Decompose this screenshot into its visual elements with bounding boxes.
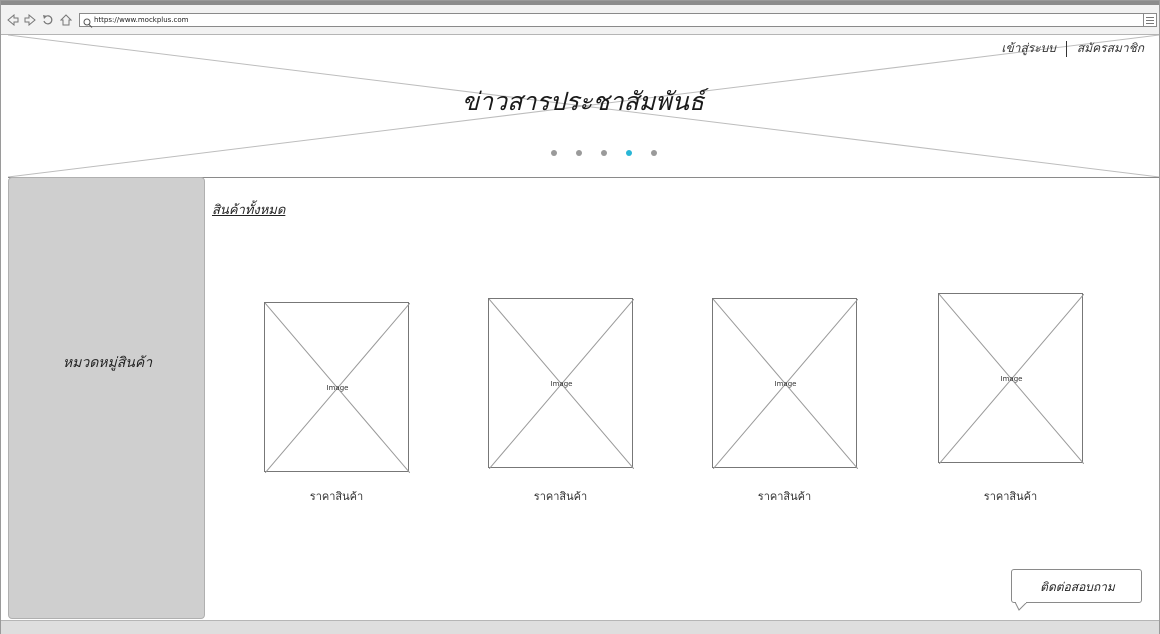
browser-toolbar: https://www.mockplus.com (1, 5, 1159, 35)
carousel-dot-2[interactable] (576, 150, 582, 156)
back-icon[interactable] (7, 13, 19, 27)
image-label: Image (326, 384, 349, 392)
product-price: ราคาสินค้า (757, 490, 812, 503)
image-label: Image (1000, 375, 1023, 383)
register-link[interactable]: สมัครสมาชิก (1077, 39, 1144, 58)
forward-icon[interactable] (24, 13, 36, 27)
product-price: ราคาสินค้า (309, 490, 364, 503)
banner-title: ข่าวสารประชาสัมพันธ์ (461, 87, 705, 116)
carousel-dot-3[interactable] (601, 150, 607, 156)
address-bar[interactable]: https://www.mockplus.com (79, 13, 1153, 28)
product-image[interactable]: Image (712, 298, 858, 469)
image-label: Image (550, 380, 573, 388)
product-price: ราคาสินค้า (533, 490, 588, 503)
contact-label: ติดต่อสอบถาม (1040, 580, 1115, 594)
carousel-dot-4[interactable] (626, 150, 632, 156)
image-label: Image (774, 380, 797, 388)
carousel-dot-1[interactable] (551, 150, 557, 156)
category-sidebar[interactable]: หมวดหมู่สินค้า (8, 177, 205, 619)
home-icon[interactable] (59, 14, 73, 26)
search-icon (83, 14, 93, 28)
address-url: https://www.mockplus.com (94, 16, 189, 24)
carousel-dot-5[interactable] (651, 150, 657, 156)
carousel-dots (551, 150, 657, 156)
login-link[interactable]: เข้าสู่ระบบ (1001, 39, 1056, 58)
product-price: ราคาสินค้า (983, 490, 1038, 503)
status-bar (1, 620, 1159, 634)
auth-separator (1065, 40, 1067, 57)
product-image[interactable]: Image (488, 298, 634, 469)
sidebar-category-label: หมวดหมู่สินค้า (62, 355, 153, 371)
auth-links: เข้าสู่ระบบ สมัครสมาชิก (1001, 39, 1144, 58)
product-image[interactable]: Image (938, 293, 1084, 464)
browser-window: https://www.mockplus.com ข่าวสารประชาสัม… (0, 0, 1160, 634)
all-products-link[interactable]: สินค้าทั้งหมด (212, 199, 285, 220)
news-banner: ข่าวสารประชาสัมพันธ์ เข้าสู่ระบบ สมัครสม… (8, 35, 1159, 178)
speech-bubble-tail-icon (1015, 602, 1028, 611)
hamburger-menu-icon[interactable] (1143, 13, 1157, 27)
product-image[interactable]: Image (264, 302, 410, 473)
reload-icon[interactable] (42, 14, 54, 26)
contact-button[interactable]: ติดต่อสอบถาม (1011, 569, 1142, 603)
